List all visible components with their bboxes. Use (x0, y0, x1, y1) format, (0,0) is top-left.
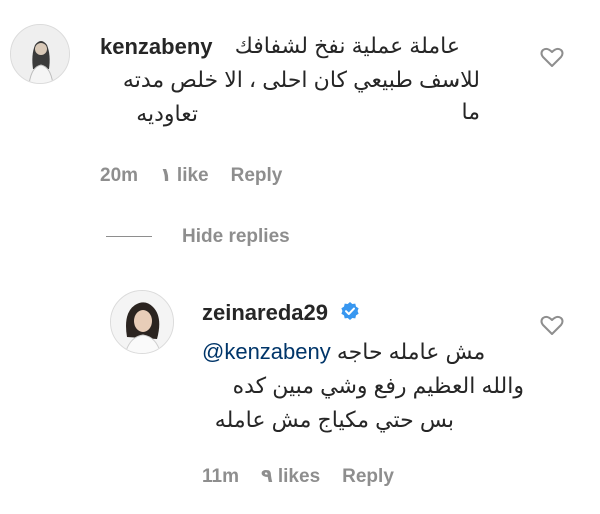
comment-text-line: بس حتي مكياج مش عامله (214, 407, 454, 432)
comment-meta: 20m ١ like Reply (100, 164, 304, 187)
comment-username[interactable]: zeinareda29 (202, 300, 360, 327)
comment-text-line: والله العظيم رفع وشي مبين كده (232, 373, 524, 398)
verified-badge-icon (340, 301, 360, 327)
comment-username-text: zeinareda29 (202, 300, 328, 325)
comment-text-line: تعاوديه (136, 101, 198, 126)
reply-button[interactable]: Reply (342, 466, 394, 487)
comment-username[interactable]: kenzabeny (100, 34, 213, 60)
comment-time: 11m (202, 466, 239, 487)
heart-outline-icon[interactable] (540, 314, 564, 341)
reply-button[interactable]: Reply (231, 165, 283, 186)
heart-outline-icon[interactable] (540, 46, 564, 73)
hide-replies-button[interactable]: Hide replies (106, 226, 290, 248)
avatar[interactable] (110, 290, 174, 354)
user-photo-icon (111, 291, 173, 353)
comment-time: 20m (100, 165, 139, 186)
comment-meta: 11m ٩ likes Reply (202, 465, 416, 488)
hide-replies-label: Hide replies (182, 226, 290, 247)
comment-text-line: @kenzabeny مش عامله حاجه (202, 336, 522, 368)
comment-likes[interactable]: ٩ likes (261, 466, 320, 487)
comment-likes[interactable]: ١ like (160, 165, 209, 186)
divider (106, 236, 152, 238)
avatar[interactable] (10, 24, 70, 84)
user-silhouette-icon (11, 25, 69, 83)
mention-link[interactable]: @kenzabeny (202, 339, 331, 364)
comment-text-segment: مش عامله حاجه (336, 339, 486, 364)
